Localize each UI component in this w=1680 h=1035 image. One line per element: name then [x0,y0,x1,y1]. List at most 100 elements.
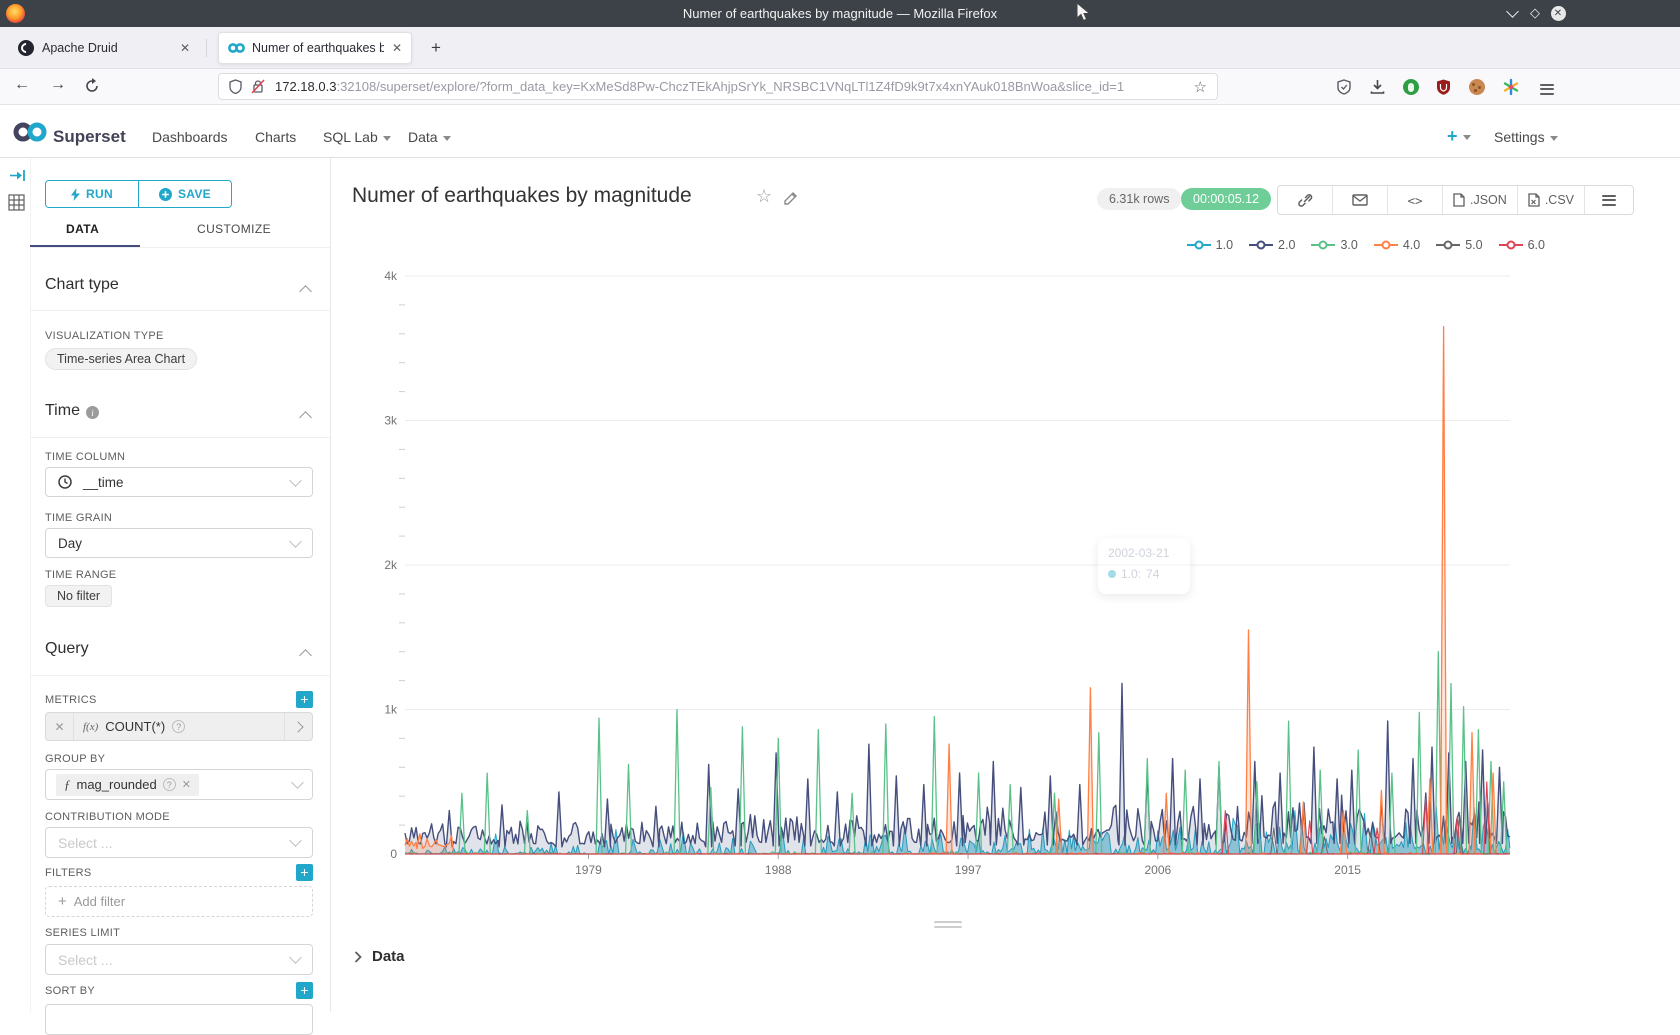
run-button[interactable]: RUN [46,181,139,207]
lightning-icon [71,188,80,201]
new-chart-button[interactable]: + [1447,126,1471,147]
chart-title: Numer of earthquakes by magnitude [352,184,692,208]
time-grain-select[interactable]: Day [45,528,313,558]
menu-icon[interactable] [1540,81,1554,97]
chevron-down-icon [291,776,304,789]
tooltip-series: 1.0: [1121,567,1141,581]
export-json-button[interactable]: .JSON [1443,186,1518,214]
nav-dashboards[interactable]: Dashboards [152,129,228,145]
chart-menu-button[interactable] [1585,186,1633,214]
tab-close-icon[interactable]: ✕ [180,41,190,55]
tab-apache-druid[interactable]: Apache Druid ✕ [8,32,206,64]
viz-type-value[interactable]: Time-series Area Chart [45,348,197,370]
sort-by-select[interactable] [45,1004,313,1035]
chevron-up-icon[interactable] [299,411,312,424]
timeseries-area-chart[interactable]: 01k2k3k4k19791988199720062015 [330,230,1680,930]
mouse-cursor [1076,2,1094,22]
metrics-label: METRICS [45,694,97,706]
question-icon: ? [172,720,185,733]
add-metric-button[interactable]: + [296,691,313,708]
chevron-up-icon[interactable] [299,285,312,298]
dataset-grid-icon[interactable] [8,194,25,211]
collapse-panel-icon[interactable] [9,168,26,183]
svg-text:3k: 3k [384,414,398,428]
tab-earthquakes-active[interactable]: Numer of earthquakes by m ✕ [218,32,412,64]
time-grain-label: TIME GRAIN [45,512,112,524]
brand-name[interactable]: Superset [53,127,126,147]
new-tab-button[interactable]: + [424,36,448,60]
tab-customize[interactable]: CUSTOMIZE [197,222,271,236]
export-csv-button[interactable]: .CSV [1518,186,1585,214]
chevron-down-icon [289,834,302,847]
chevron-down-icon [289,535,302,548]
metric-chip[interactable]: ✕ f(x) COUNT(*) ? [45,712,313,741]
extension-asterisk-icon[interactable] [1502,78,1520,96]
group-by-select[interactable]: ƒ mag_rounded ? ✕ [45,769,313,800]
contribution-mode-select[interactable]: Select ... [45,827,313,858]
add-filter-plus-button[interactable]: + [296,864,313,881]
section-chart-type[interactable]: Chart type [45,276,119,294]
file-icon [1453,193,1465,207]
protections-shield-icon[interactable] [1337,79,1351,95]
minimize-button[interactable] [1503,4,1521,22]
url-bar[interactable]: 172.18.0.3:32108/superset/explore/?form_… [218,73,1218,100]
question-icon: ? [163,778,176,791]
browser-toolbar: ← → 172.18.0.3:32108/superset/explore/?f… [0,69,1680,105]
favorite-star-icon[interactable]: ☆ [756,186,772,207]
file-x-icon [1528,193,1540,207]
forward-button[interactable]: → [50,76,66,94]
add-filter-box[interactable]: + Add filter [45,886,313,917]
series-limit-select[interactable]: Select ... [45,944,313,975]
settings-menu[interactable]: Settings [1494,129,1558,145]
section-time[interactable]: Time [45,402,80,420]
ublock-shield-icon[interactable] [1436,79,1451,95]
plus-icon: + [58,893,67,910]
svg-text:2006: 2006 [1144,863,1171,877]
tabs-divider [30,247,330,248]
envelope-icon [1352,194,1368,206]
reload-icon[interactable] [84,78,100,94]
svg-text:1997: 1997 [955,863,982,877]
tab-close-icon[interactable]: ✕ [392,41,402,55]
maximize-button[interactable]: ◇ [1526,4,1544,22]
resize-handle[interactable] [934,921,962,931]
embed-code-button[interactable]: <> [1388,186,1443,214]
extension-green-icon[interactable] [1403,79,1419,95]
diamond-icon: ◇ [1530,5,1540,21]
time-column-select[interactable]: __time [45,467,313,497]
permissions-shield-icon[interactable] [229,79,242,94]
superset-navbar: Superset Dashboards Charts SQL Lab Data … [0,105,1680,158]
chevron-up-icon[interactable] [299,649,312,662]
data-section-toggle[interactable]: Data [354,948,405,965]
nav-charts[interactable]: Charts [255,129,296,145]
caret-down-icon [443,136,451,141]
edit-title-icon[interactable] [783,190,799,206]
download-icon[interactable] [1370,79,1385,95]
insecure-lock-icon[interactable] [251,79,265,94]
tooltip-date: 2002-03-21 [1108,546,1180,560]
remove-chip-icon[interactable]: ✕ [182,778,191,791]
section-divider [30,437,330,438]
cookie-icon[interactable] [1469,79,1485,95]
time-range-label: TIME RANGE [45,569,116,581]
bookmark-star-icon[interactable]: ☆ [1194,78,1207,96]
save-button[interactable]: SAVE [139,181,231,207]
time-range-value[interactable]: No filter [45,585,112,607]
contribution-mode-label: CONTRIBUTION MODE [45,811,170,823]
nav-data[interactable]: Data [408,129,451,145]
section-query[interactable]: Query [45,640,89,658]
viz-type-label: VISUALIZATION TYPE [45,330,164,342]
remove-metric-icon[interactable]: ✕ [46,713,74,740]
expand-metric-icon[interactable] [284,713,312,740]
tab-data[interactable]: DATA [66,222,99,236]
email-button[interactable] [1333,186,1388,214]
nav-sql-lab[interactable]: SQL Lab [323,129,391,145]
svg-text:1979: 1979 [575,863,602,877]
add-sort-button[interactable]: + [296,982,313,999]
group-by-chip[interactable]: ƒ mag_rounded ? ✕ [56,774,199,796]
close-window-button[interactable]: ✕ [1549,4,1567,22]
chart-tooltip: 2002-03-21 1.0: 74 [1098,538,1190,594]
share-link-button[interactable] [1278,186,1333,214]
back-button[interactable]: ← [14,76,30,94]
time-column-label: TIME COLUMN [45,451,125,463]
